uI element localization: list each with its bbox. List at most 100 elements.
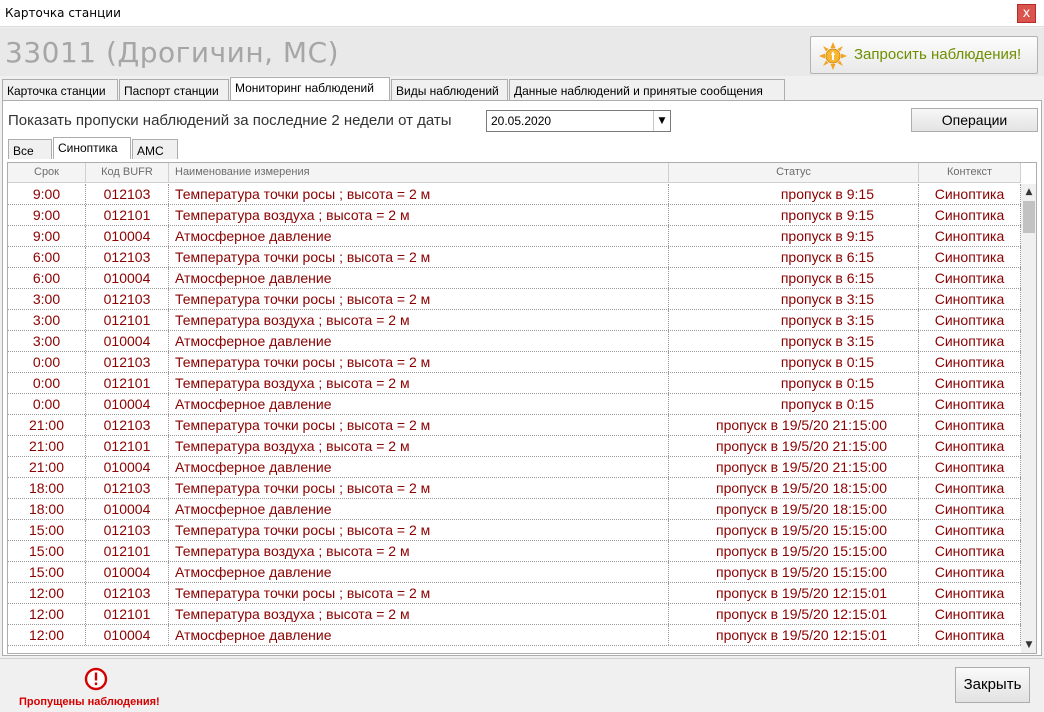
cell-measurement: Температура точки росы ; высота = 2 м <box>169 583 669 603</box>
filter-label: Показать пропуски наблюдений за последни… <box>8 112 452 129</box>
cell-term: 21:00 <box>8 436 86 456</box>
table-row[interactable]: 15:00 012101 Температура воздуха ; высота … <box>8 541 1021 562</box>
cell-context: Синоптика <box>919 205 1021 225</box>
cell-status: пропуск в 19/5/20 15:15:00 <box>669 541 919 561</box>
scroll-down-icon[interactable]: ▼ <box>1021 637 1036 653</box>
table-body: 9:00 012103 Температура точки росы ; высот… <box>8 184 1021 646</box>
column-header-context[interactable]: Контекст <box>919 163 1021 183</box>
cell-status: пропуск в 19/5/20 12:15:01 <box>669 604 919 624</box>
alert-circle-icon <box>84 667 108 691</box>
cell-bufr: 010004 <box>86 499 169 519</box>
cell-status: пропуск в 19/5/20 15:15:00 <box>669 562 919 582</box>
tab-observation-data[interactable]: Данные наблюдений и принятые сообщения <box>509 79 785 101</box>
cell-context: Синоптика <box>919 625 1021 645</box>
cell-status: пропуск в 19/5/20 21:15:00 <box>669 436 919 456</box>
cell-measurement: Атмосферное давление <box>169 226 669 246</box>
cell-measurement: Атмосферное давление <box>169 625 669 645</box>
table-row[interactable]: 9:00 010004 Атмосферное давление пропуск в … <box>8 226 1021 247</box>
table-row[interactable]: 6:00 010004 Атмосферное давление пропуск в … <box>8 268 1021 289</box>
table-row[interactable]: 3:00 012103 Температура точки росы ; высот… <box>8 289 1021 310</box>
cell-context: Синоптика <box>919 604 1021 624</box>
cell-measurement: Температура точки росы ; высота = 2 м <box>169 184 669 204</box>
monitoring-panel: Показать пропуски наблюдений за последни… <box>2 100 1042 656</box>
cell-term: 9:00 <box>8 205 86 225</box>
date-select[interactable]: 20.05.2020 ▼ <box>486 110 671 132</box>
cell-status: пропуск в 0:15 <box>669 352 919 372</box>
cell-term: 12:00 <box>8 604 86 624</box>
cell-bufr: 010004 <box>86 457 169 477</box>
table-header: Срок Код BUFR Наименование измерения Ста… <box>8 163 1021 183</box>
cell-status: пропуск в 0:15 <box>669 394 919 414</box>
cell-bufr: 012103 <box>86 352 169 372</box>
table-row[interactable]: 18:00 010004 Атмосферное давление пропуск в… <box>8 499 1021 520</box>
request-observations-button[interactable]: Запросить наблюдения! <box>810 36 1038 74</box>
table-row[interactable]: 0:00 010004 Атмосферное давление пропуск в … <box>8 394 1021 415</box>
subtab-ams[interactable]: АМС <box>132 139 178 159</box>
station-header: 33011 (Дрогичин, МС) Запросить наблюдени… <box>0 28 1044 76</box>
column-header-bufr[interactable]: Код BUFR <box>86 163 169 183</box>
sun-icon <box>819 42 847 70</box>
cell-status: пропуск в 19/5/20 12:15:01 <box>669 625 919 645</box>
cell-bufr: 010004 <box>86 331 169 351</box>
cell-measurement: Температура точки росы ; высота = 2 м <box>169 247 669 267</box>
cell-measurement: Атмосферное давление <box>169 457 669 477</box>
table-row[interactable]: 9:00 012101 Температура воздуха ; высота =… <box>8 205 1021 226</box>
cell-status: пропуск в 19/5/20 18:15:00 <box>669 478 919 498</box>
cell-bufr: 012101 <box>86 436 169 456</box>
table-row[interactable]: 21:00 010004 Атмосферное давление пропуск в… <box>8 457 1021 478</box>
cell-term: 18:00 <box>8 499 86 519</box>
table-row[interactable]: 3:00 012101 Температура воздуха ; высота =… <box>8 310 1021 331</box>
cell-measurement: Температура воздуха ; высота = 2 м <box>169 541 669 561</box>
table-row[interactable]: 6:00 012103 Температура точки росы ; высот… <box>8 247 1021 268</box>
table-row[interactable]: 12:00 010004 Атмосферное давление пропуск в… <box>8 625 1021 646</box>
cell-measurement: Атмосферное давление <box>169 499 669 519</box>
tab-observation-types[interactable]: Виды наблюдений <box>391 79 508 101</box>
cell-bufr: 010004 <box>86 625 169 645</box>
cell-status: пропуск в 9:15 <box>669 226 919 246</box>
tab-station-card[interactable]: Карточка станции <box>2 79 118 101</box>
scroll-thumb[interactable] <box>1023 201 1035 233</box>
cell-term: 0:00 <box>8 394 86 414</box>
column-header-status[interactable]: Статус <box>669 163 919 183</box>
table-row[interactable]: 3:00 010004 Атмосферное давление пропуск в … <box>8 331 1021 352</box>
table-row[interactable]: 15:00 012103 Температура точки росы ; высо… <box>8 520 1021 541</box>
cell-bufr: 010004 <box>86 394 169 414</box>
tab-station-passport[interactable]: Паспорт станции <box>119 79 229 101</box>
close-window-button[interactable]: x <box>1017 4 1036 23</box>
close-button[interactable]: Закрыть <box>955 667 1030 703</box>
cell-term: 12:00 <box>8 583 86 603</box>
scroll-up-icon[interactable]: ▲ <box>1021 184 1036 200</box>
column-header-measurement[interactable]: Наименование измерения <box>169 163 669 183</box>
cell-term: 21:00 <box>8 457 86 477</box>
column-header-term[interactable]: Срок <box>8 163 86 183</box>
cell-context: Синоптика <box>919 373 1021 393</box>
subtab-all[interactable]: Все <box>8 139 52 159</box>
cell-term: 12:00 <box>8 625 86 645</box>
cell-status: пропуск в 9:15 <box>669 184 919 204</box>
cell-measurement: Атмосферное давление <box>169 268 669 288</box>
subtab-synoptic[interactable]: Синоптика <box>53 137 131 159</box>
cell-bufr: 012101 <box>86 205 169 225</box>
cell-status: пропуск в 3:15 <box>669 310 919 330</box>
vertical-scrollbar[interactable]: ▲ ▼ <box>1021 184 1036 653</box>
table-row[interactable]: 21:00 012101 Температура воздуха ; высота … <box>8 436 1021 457</box>
operations-button[interactable]: Операции <box>911 108 1038 132</box>
table-row[interactable]: 12:00 012101 Температура воздуха ; высота … <box>8 604 1021 625</box>
table-row[interactable]: 18:00 012103 Температура точки росы ; высо… <box>8 478 1021 499</box>
cell-term: 6:00 <box>8 268 86 288</box>
cell-context: Синоптика <box>919 289 1021 309</box>
table-row[interactable]: 12:00 012103 Температура точки росы ; высо… <box>8 583 1021 604</box>
table-row[interactable]: 21:00 012103 Температура точки росы ; высо… <box>8 415 1021 436</box>
cell-status: пропуск в 0:15 <box>669 373 919 393</box>
cell-measurement: Температура точки росы ; высота = 2 м <box>169 289 669 309</box>
cell-status: пропуск в 19/5/20 12:15:01 <box>669 583 919 603</box>
table-row[interactable]: 15:00 010004 Атмосферное давление пропуск в… <box>8 562 1021 583</box>
cell-context: Синоптика <box>919 457 1021 477</box>
chevron-down-icon[interactable]: ▼ <box>653 111 670 131</box>
cell-term: 0:00 <box>8 373 86 393</box>
table-row[interactable]: 0:00 012101 Температура воздуха ; высота =… <box>8 373 1021 394</box>
cell-context: Синоптика <box>919 394 1021 414</box>
table-row[interactable]: 9:00 012103 Температура точки росы ; высот… <box>8 184 1021 205</box>
tab-monitoring[interactable]: Мониторинг наблюдений <box>230 77 390 101</box>
table-row[interactable]: 0:00 012103 Температура точки росы ; высот… <box>8 352 1021 373</box>
